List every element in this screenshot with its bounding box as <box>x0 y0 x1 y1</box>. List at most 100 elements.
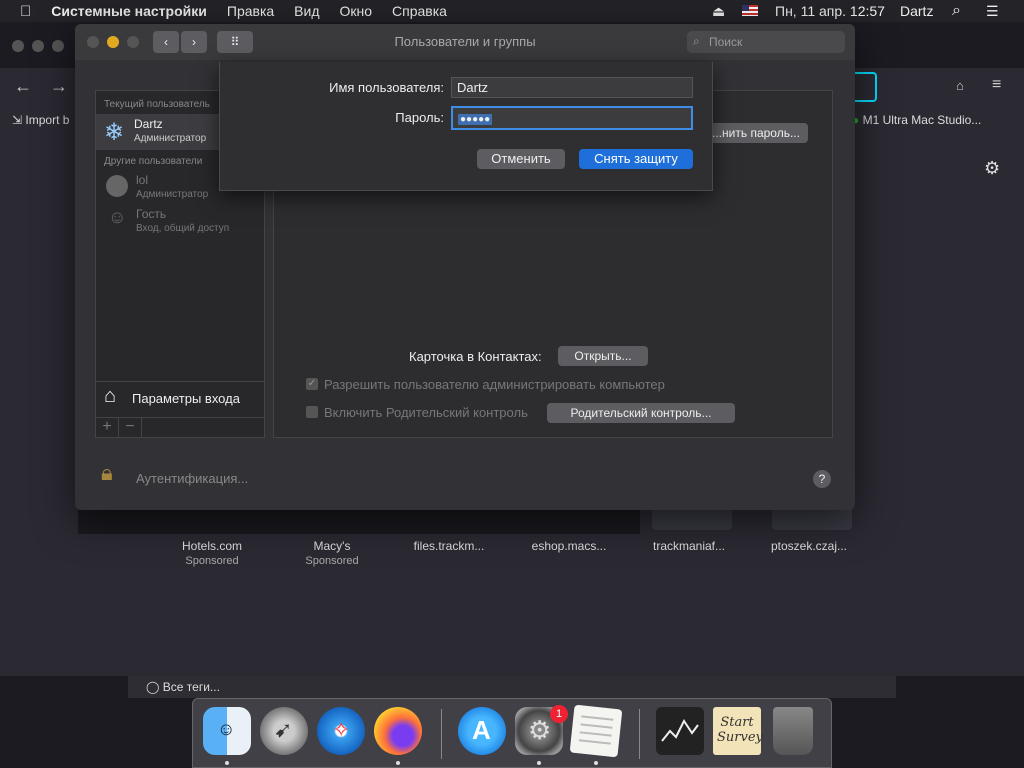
m1-bookmark-label: M1 Ultra Mac Studio... <box>862 113 982 127</box>
launchpad-icon[interactable]: ➹ <box>260 707 308 755</box>
trash-icon[interactable] <box>773 707 813 755</box>
tile-title: Hotels.com <box>181 539 243 553</box>
back-icon[interactable]: ← <box>14 76 32 97</box>
gear-icon: ⚙ <box>528 715 552 745</box>
snowflake-avatar-icon: ❄ <box>104 119 125 146</box>
firefox-icon[interactable] <box>374 707 422 755</box>
menu-help[interactable]: Справка <box>392 3 447 19</box>
app-store-glyph: A <box>472 715 491 745</box>
tile-macys[interactable]: Macy's Sponsored <box>277 539 387 569</box>
ff-close-light[interactable] <box>12 40 24 52</box>
unlock-button[interactable]: Снять защиту <box>579 149 693 169</box>
lock-icon[interactable]: 🔒︎ <box>101 460 113 486</box>
authentication-sheet: Имя пользователя: Dartz Пароль: ●●●●● От… <box>219 62 713 191</box>
menu-window[interactable]: Окно <box>340 3 373 19</box>
remove-user-button[interactable]: − <box>119 418 142 438</box>
password-label: Пароль: <box>395 110 444 125</box>
add-user-button[interactable]: + <box>96 418 119 438</box>
spotlight-search-icon[interactable]: ⌕ <box>952 0 961 22</box>
parental-control-checkbox[interactable] <box>306 406 318 418</box>
app-store-icon[interactable]: A <box>458 707 506 755</box>
tags-label: Все теги... <box>162 680 220 694</box>
ff-zoom-light[interactable] <box>52 40 64 52</box>
textedit-icon[interactable] <box>569 704 623 758</box>
user-row-guest[interactable]: ☺ Гость Вход, общий доступ <box>96 205 264 239</box>
import-bookmark[interactable]: ⇲ Import b <box>12 113 69 127</box>
allow-admin-checkbox[interactable]: ✓ <box>306 378 318 390</box>
search-icon: ⌕ <box>693 34 700 48</box>
eject-icon[interactable]: ⏏ <box>712 0 725 22</box>
finder-icon[interactable]: ☺ <box>203 707 251 755</box>
help-button[interactable]: ? <box>813 470 831 488</box>
forward-icon[interactable]: → <box>50 76 68 97</box>
current-user-section: Текущий пользователь <box>104 99 210 110</box>
user-name: lol <box>136 173 149 187</box>
sysprefs-running-dot <box>537 761 541 765</box>
house-icon: ⌂ <box>104 385 117 407</box>
tags-link[interactable]: ◯ Все теги... <box>146 680 220 694</box>
username-label: Имя пользователя: <box>329 80 444 95</box>
dock-divider <box>441 709 442 759</box>
menu-edit[interactable]: Правка <box>227 3 274 19</box>
ff-min-light[interactable] <box>32 40 44 52</box>
import-bookmark-label: Import b <box>25 113 70 127</box>
menu-icon[interactable]: ≡ <box>992 76 1001 94</box>
chart-icon <box>661 719 699 742</box>
open-contacts-button[interactable]: Открыть... <box>558 346 648 366</box>
login-options-row[interactable]: ⌂ Параметры входа <box>96 381 264 414</box>
tile-ptoszek[interactable]: ptoszek.czaj... <box>754 539 864 554</box>
search-placeholder: Поиск <box>709 35 743 49</box>
control-center-icon[interactable]: ☰ <box>986 0 999 22</box>
apple-icon[interactable]:  <box>20 3 31 20</box>
safari-icon[interactable]: ✧ <box>317 707 365 755</box>
menu-view[interactable]: Вид <box>294 3 319 19</box>
settings-gear-icon[interactable]: ⚙ <box>984 158 1000 179</box>
app-menu[interactable]: Системные настройки <box>51 3 207 19</box>
finder-face: ☺ <box>217 719 236 739</box>
menubar-user[interactable]: Dartz <box>900 0 933 22</box>
list-footer: + − <box>96 417 264 438</box>
contacts-card-label: Карточка в Контактах: <box>409 349 542 364</box>
window-titlebar: ‹ › ⠿ Пользователи и группы ⌕ Поиск <box>75 24 855 60</box>
start-survey-text: Start Survey <box>717 715 763 745</box>
user-role: Администратор <box>136 189 209 200</box>
text-lines <box>581 715 614 721</box>
tag-icon: ◯ <box>146 680 160 694</box>
tile-hotels[interactable]: Hotels.com Sponsored <box>157 539 267 569</box>
firefox-running-dot <box>396 761 400 765</box>
tile-title: Macy's <box>313 539 351 553</box>
tile-sub: Sponsored <box>305 555 359 567</box>
search-input[interactable]: ⌕ Поиск <box>687 31 845 53</box>
parental-control-button[interactable]: Родительский контроль... <box>547 403 735 423</box>
user-role: Вход, общий доступ <box>136 223 230 234</box>
user-name: Гость <box>136 207 167 221</box>
other-users-section: Другие пользователи <box>104 156 203 167</box>
notification-badge: 1 <box>550 705 568 723</box>
dock: ☺ ➹ ✧ A ⚙ 1 Start Survey <box>192 698 832 768</box>
tile-title: files.trackm... <box>413 539 485 553</box>
password-field[interactable]: ●●●●● <box>451 106 693 130</box>
tile-eshop[interactable]: eshop.macs... <box>514 539 624 554</box>
tile-title: eshop.macs... <box>531 539 607 553</box>
pocket-icon[interactable]: ⌂ <box>956 78 964 93</box>
user-avatar <box>106 175 128 197</box>
username-field[interactable]: Dartz <box>451 77 693 98</box>
textedit-running-dot <box>594 761 598 765</box>
flag-us-icon[interactable] <box>742 5 758 16</box>
change-password-button[interactable]: ...нить пароль... <box>704 123 808 143</box>
user-name: Dartz <box>134 117 163 131</box>
clock[interactable]: Пн, 11 апр. 12:57 <box>775 0 885 22</box>
cancel-button[interactable]: Отменить <box>477 149 565 169</box>
tile-trackmania[interactable]: trackmaniaf... <box>634 539 744 554</box>
finder-running-dot <box>225 761 229 765</box>
flag-canton <box>742 5 749 11</box>
tile-title: ptoszek.czaj... <box>770 539 848 553</box>
parental-control-label: Включить Родительский контроль <box>324 405 528 420</box>
m1-bookmark[interactable]: ● M1 Ultra Mac Studio... <box>852 113 981 127</box>
tile-files[interactable]: files.trackm... <box>394 539 504 554</box>
authentication-label: Аутентификация... <box>136 471 249 486</box>
bottom-strip: ◯ Все теги... <box>0 676 1024 698</box>
start-survey-icon[interactable]: Start Survey <box>713 707 763 755</box>
user-role: Администратор <box>134 133 207 144</box>
stocks-icon[interactable] <box>656 707 704 755</box>
